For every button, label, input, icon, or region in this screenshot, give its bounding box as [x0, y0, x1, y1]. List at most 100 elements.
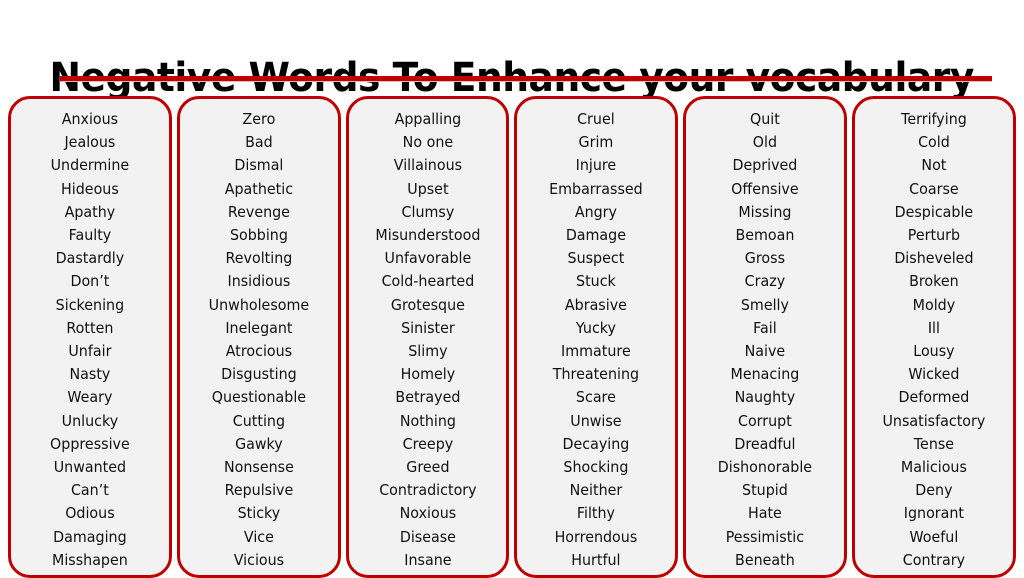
word-column-3: Appalling No one Villainous Upset Clumsy Misu… [345, 96, 510, 578]
word-item: Appalling [394, 110, 461, 128]
word-item: Misshapen [52, 550, 128, 569]
word-item: Upset [406, 179, 449, 198]
word-item: Sticky [237, 504, 281, 523]
word-item: No one [402, 133, 453, 152]
word-item: Slimy [407, 342, 448, 361]
word-item: Pessimistic [726, 527, 805, 546]
word-item: Deny [915, 481, 953, 500]
word-item: Unlucky [61, 411, 119, 430]
word-item: Undermine [50, 156, 130, 175]
word-item: Don’t [70, 272, 110, 291]
word-item: Perturb [907, 226, 961, 245]
word-item: Atrocious [225, 342, 292, 361]
word-item: Odious [65, 504, 115, 523]
word-item: Insidious [227, 272, 291, 291]
word-item: Revolting [225, 249, 293, 268]
word-item: Oppressive [50, 434, 130, 453]
word-item: Fail [753, 318, 778, 337]
word-item: Apathetic [224, 179, 293, 198]
word-item: Offensive [731, 179, 799, 198]
word-item: Unsatisfactory [882, 411, 986, 430]
word-column-4: Cruel Grim Injure Embarrassed Angry Damage Sus… [514, 96, 679, 578]
word-item: Zero [242, 110, 276, 128]
word-columns-container: Anxious Jealous Undermine Hideous Apathy Faul… [8, 96, 1016, 578]
word-item: Revenge [227, 202, 290, 221]
word-item: Filthy [577, 504, 616, 523]
word-item: Damaging [53, 527, 127, 546]
word-item: Ignorant [903, 504, 965, 523]
word-item: Tense [913, 434, 955, 453]
word-item: Bemoan [735, 226, 795, 245]
word-item: Damage [566, 226, 627, 245]
word-item: Terrifying [901, 110, 967, 128]
word-item: Sickening [55, 295, 125, 314]
word-item: Weary [67, 388, 113, 407]
word-item: Ill [927, 318, 941, 337]
word-item: Malicious [901, 458, 968, 477]
word-item: Abrasive [565, 295, 628, 314]
word-item: Anxious [61, 110, 119, 128]
word-item: Apathy [64, 202, 116, 221]
word-item: Hate [748, 504, 783, 523]
word-item: Sobbing [229, 226, 288, 245]
word-item: Old [753, 133, 778, 152]
word-item: Vice [243, 527, 274, 546]
word-item: Yucky [576, 318, 617, 337]
word-item: Scare [576, 388, 617, 407]
word-item: Quit [750, 110, 781, 128]
word-item: Rotten [66, 318, 114, 337]
word-item: Cold [918, 133, 950, 152]
word-item: Dishonorable [718, 458, 813, 477]
word-item: Suspect [568, 249, 625, 268]
word-item: Clumsy [401, 202, 454, 221]
word-item: Decaying [562, 434, 630, 453]
word-item: Nothing [399, 411, 456, 430]
word-column-2: Zero Bad Dismal Apathetic Revenge Sobbing Revo… [176, 96, 341, 578]
word-item: Deprived [732, 156, 798, 175]
word-item: Dreadful [734, 434, 796, 453]
word-item: Grotesque [390, 295, 465, 314]
word-item: Greed [405, 458, 450, 477]
word-item: Injure [576, 156, 617, 175]
word-item: Beneath [735, 550, 796, 569]
word-item: Woeful [909, 527, 959, 546]
word-item: Noxious [399, 504, 456, 523]
word-item: Smelly [741, 295, 790, 314]
word-item: Faulty [68, 226, 112, 245]
word-item: Villainous [393, 156, 462, 175]
word-item: Nonsense [223, 458, 294, 477]
word-column-5: Quit Old Deprived Offensive Missing Bemoan Gro… [683, 96, 848, 578]
word-item: Horrendous [555, 527, 638, 546]
word-item: Immature [561, 342, 632, 361]
word-item: Gawky [234, 434, 283, 453]
word-column-1: Anxious Jealous Undermine Hideous Apathy Faul… [8, 96, 172, 578]
word-item: Hideous [61, 179, 119, 198]
word-column-6: Terrifying Cold Not Coarse Despicable Perturb… [852, 96, 1016, 578]
word-item: Dismal [234, 156, 284, 175]
word-item: Unwise [570, 411, 623, 430]
word-item: Menacing [730, 365, 800, 384]
word-item: Threatening [553, 365, 640, 384]
word-item: Naive [744, 342, 786, 361]
word-item: Contrary [902, 550, 966, 569]
word-item: Homely [400, 365, 455, 384]
word-item: Cruel [577, 110, 616, 128]
word-item: Cutting [232, 411, 285, 430]
word-item: Nasty [69, 365, 111, 384]
word-item: Jealous [64, 133, 116, 152]
word-item: Lousy [913, 342, 955, 361]
word-item: Unwanted [53, 458, 127, 477]
word-item: Betrayed [395, 388, 461, 407]
word-item: Sinister [400, 318, 455, 337]
word-item: Hurtful [571, 550, 622, 569]
word-list-poster: Negative Words To Enhance your vocabular… [0, 0, 1024, 578]
word-item: Deformed [898, 388, 970, 407]
word-item: Unwholesome [208, 295, 309, 314]
word-item: Disheveled [894, 249, 974, 268]
word-item: Shocking [563, 458, 629, 477]
word-item: Can’t [70, 481, 109, 500]
word-item: Disease [399, 527, 456, 546]
word-item: Despicable [894, 202, 974, 221]
word-item: Dastardly [55, 249, 125, 268]
word-item: Coarse [909, 179, 959, 198]
